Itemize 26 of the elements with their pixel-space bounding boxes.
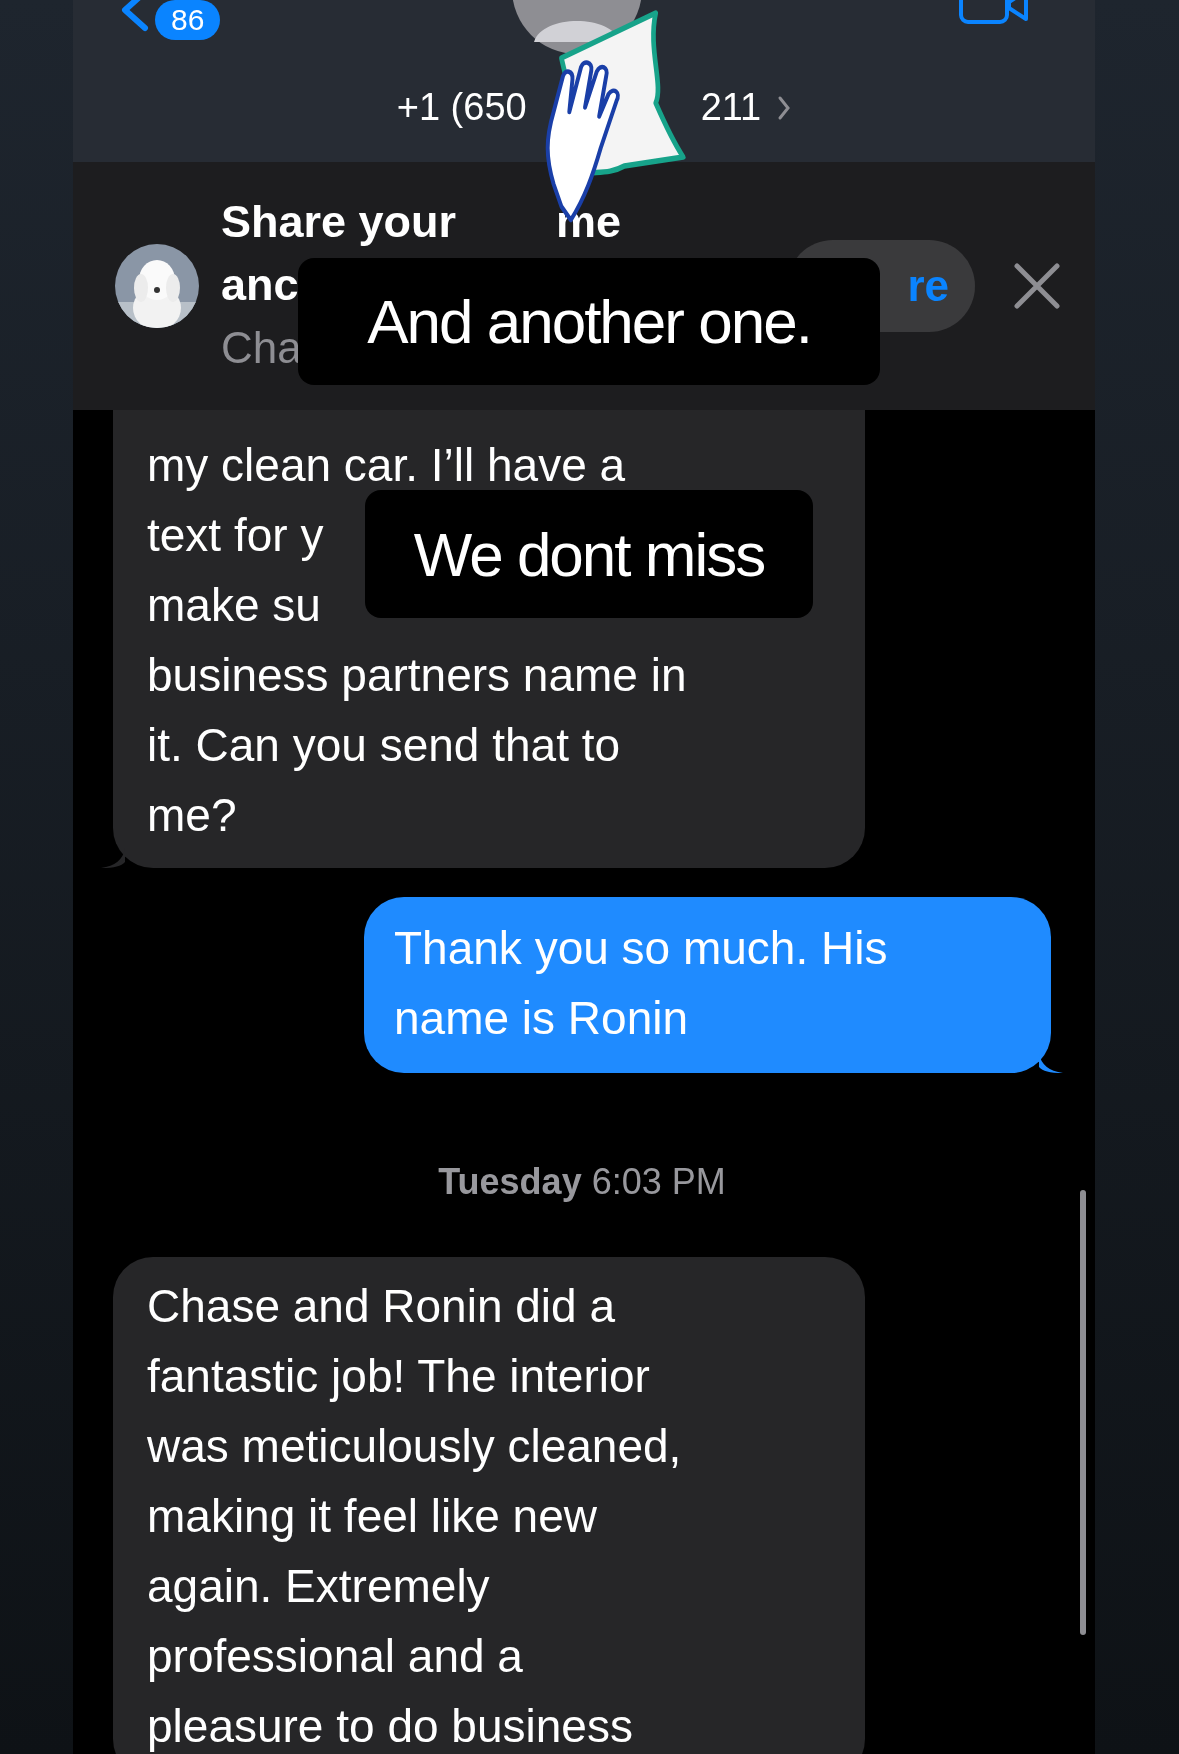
contact-number[interactable]: +1 (650 xyxy=(396,86,527,129)
message-text: Thank you so much. His xyxy=(394,921,888,976)
banner-title: me xyxy=(556,194,622,249)
banner-title: anc xyxy=(221,257,300,312)
caption-overlay: We dont miss xyxy=(365,490,813,618)
message-text: was meticulously cleaned, xyxy=(147,1419,682,1474)
message-text: again. Extremely xyxy=(147,1559,490,1614)
caption-overlay: And another one. xyxy=(298,258,880,385)
message-text: it. Can you send that to xyxy=(147,718,621,773)
message-text: me? xyxy=(147,788,237,843)
message-text: pleasure to do business xyxy=(147,1699,633,1754)
message-text: make su xyxy=(147,578,321,633)
banner-title: Share your xyxy=(221,194,457,249)
unread-count-badge: 86 xyxy=(155,0,221,40)
close-icon[interactable] xyxy=(1013,262,1061,310)
message-text: Chase and Ronin did a xyxy=(147,1279,615,1334)
message-text: making it feel like new xyxy=(147,1489,597,1544)
message-text: fantastic job! The interior xyxy=(147,1349,650,1404)
chevron-right-icon[interactable] xyxy=(777,94,792,121)
message-text: name is Ronin xyxy=(394,991,689,1046)
message-text: text for y xyxy=(147,508,324,563)
message-text: business partners name in xyxy=(147,648,687,703)
contact-number[interactable]: 211 xyxy=(700,86,762,129)
timestamp: Tuesday 6:03 PM xyxy=(438,1160,726,1204)
message-text: my clean car. I’ll have a xyxy=(147,438,626,493)
message-text: professional and a xyxy=(147,1629,523,1684)
